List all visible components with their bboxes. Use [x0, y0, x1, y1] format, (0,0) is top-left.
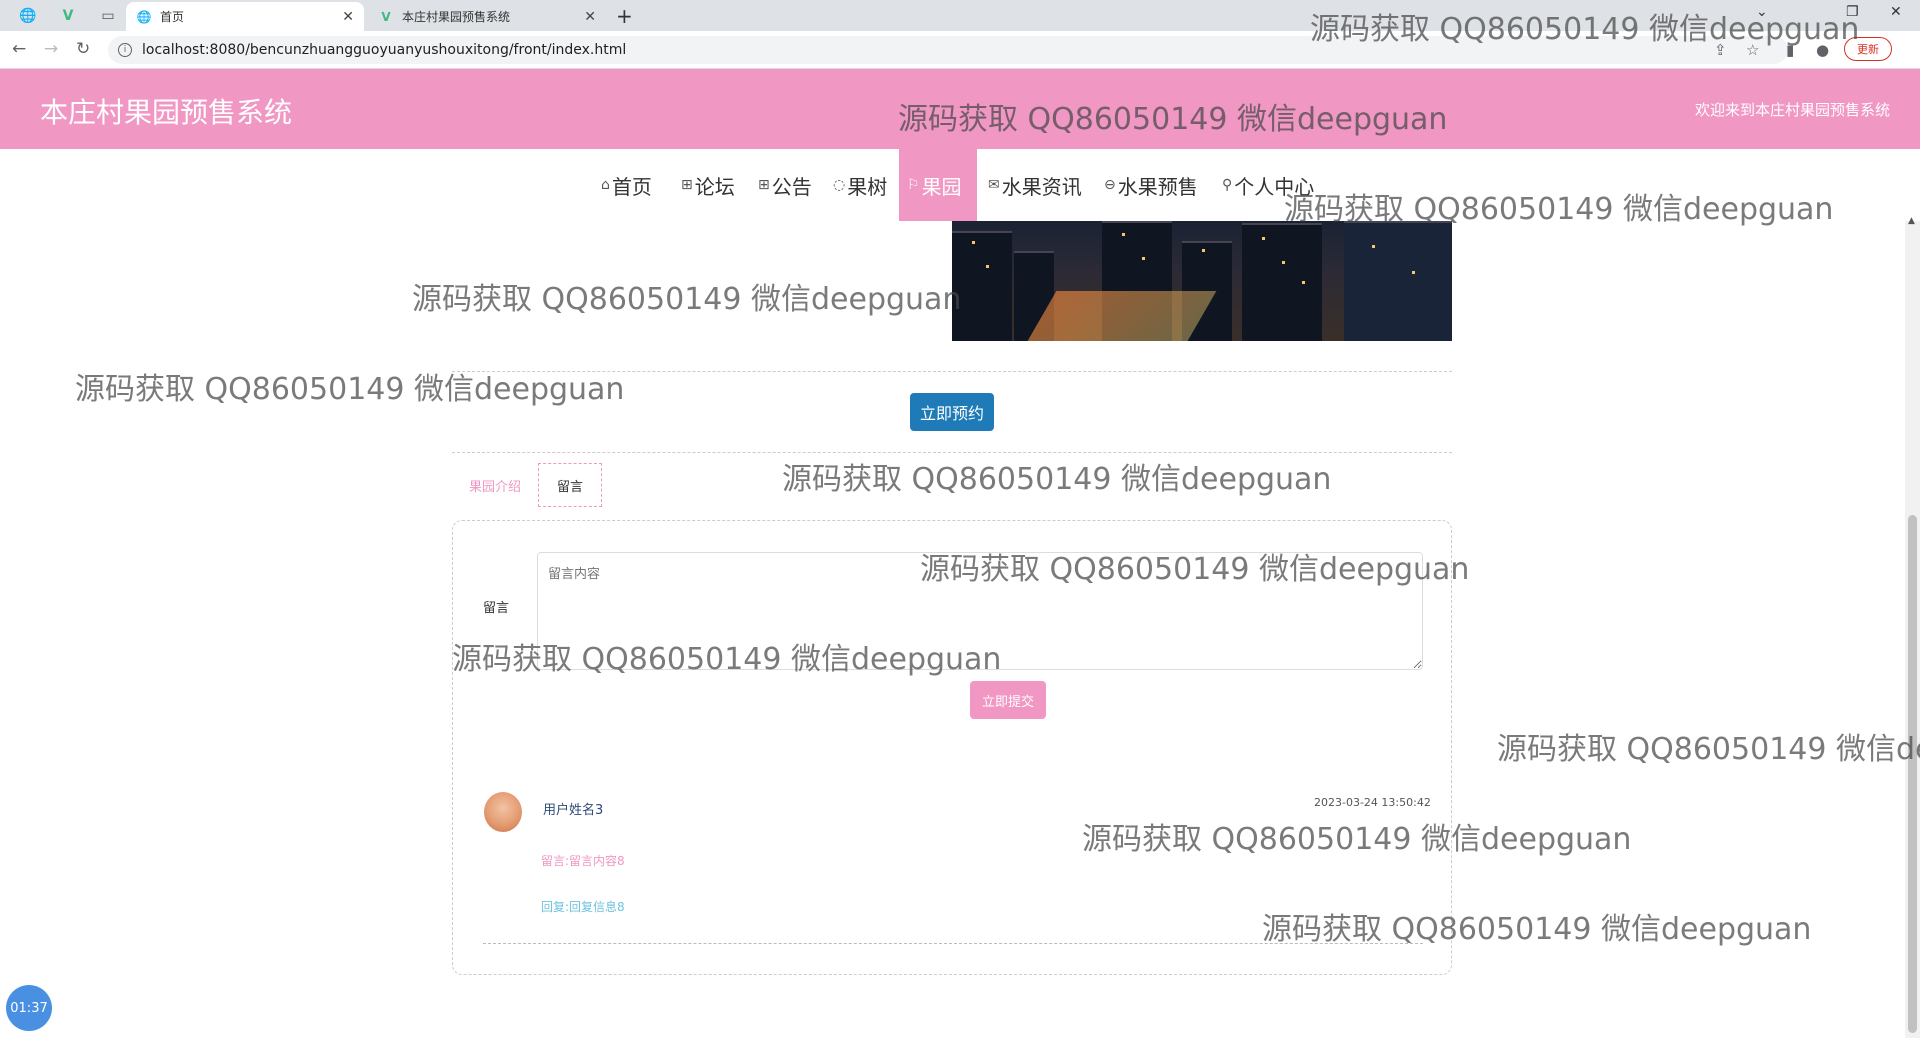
watermark-text: 源码获取 QQ86050149 微信deepguan	[452, 642, 1002, 677]
globe-icon: 🌐	[136, 9, 152, 24]
tab-system-label: 本庄村果园预售系统	[402, 10, 511, 24]
nav-label: 公告	[771, 174, 812, 199]
tree-icon: ◌	[833, 177, 846, 193]
url-text: localhost:8080/bencunzhuangguoyuanyushou…	[142, 42, 627, 58]
nav-label: 论坛	[694, 174, 735, 199]
nav-label: 首页	[611, 174, 652, 199]
avatar	[484, 792, 522, 832]
update-label: 更新	[1857, 43, 1879, 56]
watermark-text: 源码获取 QQ86050149 微信deepguan	[1310, 12, 1860, 47]
watermark-text: 源码获取 QQ86050149 微信deepguan	[898, 102, 1448, 137]
scroll-up-arrow-icon[interactable]: ▲	[1908, 216, 1915, 226]
submit-label: 立即提交	[981, 694, 1034, 710]
new-tab-button[interactable]: +	[616, 4, 633, 28]
close-icon[interactable]: ✕	[342, 9, 354, 25]
forum-icon: ⊞	[681, 177, 693, 193]
watermark-text: 源码获取 QQ86050149 微信deepguan	[1082, 822, 1632, 857]
message-timestamp: 2023-03-24 13:50:42	[1314, 796, 1431, 809]
watermark-text: 源码获取 QQ86050149 微信deepguan	[782, 462, 1332, 497]
watermark-text: 源码获取 QQ86050149 微信deepguan	[920, 552, 1470, 587]
tab-home[interactable]: 🌐 首页 ✕	[126, 2, 364, 31]
submit-button[interactable]: 立即提交	[970, 681, 1046, 719]
nav-label: 果树	[847, 174, 888, 199]
message-content: 留言:留言内容8	[541, 854, 625, 868]
nav-label: 果园	[921, 174, 962, 199]
tab-messages[interactable]: 留言	[538, 463, 602, 507]
tab-system[interactable]: V 本庄村果园预售系统 ✕	[368, 2, 606, 31]
tab-intro-label: 果园介绍	[468, 479, 521, 495]
nav-item-forum[interactable]: ⊞ 论坛	[671, 149, 745, 221]
nav-item-fruit-presale[interactable]: ⊖ 水果预售	[1094, 149, 1208, 221]
forward-icon[interactable]: →	[44, 39, 58, 59]
tab-orchard-intro[interactable]: 果园介绍	[460, 463, 530, 507]
welcome-text: 欢迎来到本庄村果园预售系统	[1694, 101, 1890, 119]
message-reply: 回复:回复信息8	[541, 900, 625, 914]
site-title: 本庄村果园预售系统	[40, 96, 293, 129]
watermark-text: 源码获取 QQ86050149 微信deepguan	[1262, 912, 1812, 947]
info-icon[interactable]: i	[118, 43, 132, 57]
nav-label: 水果资讯	[1001, 174, 1082, 199]
nav-item-home[interactable]: ⌂ 首页	[591, 149, 662, 221]
tab-home-label: 首页	[160, 10, 185, 24]
watermark-text: 源码获取 QQ86050149 微信deepguan	[1284, 192, 1834, 227]
vue-icon: V	[381, 9, 391, 24]
back-icon[interactable]: ←	[12, 39, 26, 59]
reserve-label: 立即预约	[919, 404, 984, 423]
nav-item-fruit-tree[interactable]: ◌ 果树	[823, 149, 897, 221]
reserve-button[interactable]: 立即预约	[910, 393, 994, 431]
nav-label: 水果预售	[1117, 174, 1198, 199]
close-window-icon[interactable]: ✕	[1890, 4, 1902, 20]
message-user-name: 用户姓名3	[543, 803, 604, 818]
scrollbar-thumb[interactable]	[1908, 515, 1917, 1033]
mail-icon: ✉	[988, 177, 1000, 193]
reload-icon[interactable]: ↻	[76, 39, 90, 59]
message-form-label: 留言	[483, 601, 510, 616]
nav-item-fruit-news[interactable]: ✉ 水果资讯	[978, 149, 1092, 221]
watermark-text: 源码获取 QQ86050149 微信deepguan	[75, 372, 625, 407]
orchard-banner-image	[952, 221, 1452, 341]
pinned-tab-globe-icon[interactable]: 🌐	[12, 4, 44, 28]
notice-icon: ⊞	[758, 177, 770, 193]
pinned-tab-blank-icon[interactable]: ▭	[92, 4, 124, 28]
tab-messages-label: 留言	[556, 479, 583, 495]
recording-timer: 01:37	[6, 985, 52, 1031]
user-icon: ⚲	[1222, 177, 1233, 193]
nav-item-notice[interactable]: ⊞ 公告	[748, 149, 822, 221]
watermark-text: 源码获取 QQ86050149 微信deepguan	[412, 282, 962, 317]
nav-item-orchard[interactable]: ⚐ 果园	[899, 149, 977, 221]
close-icon[interactable]: ✕	[584, 9, 596, 25]
presale-icon: ⊖	[1104, 177, 1116, 193]
home-icon: ⌂	[601, 177, 610, 193]
flag-icon: ⚐	[907, 177, 920, 193]
pinned-tab-vue-icon[interactable]: V	[52, 4, 84, 28]
watermark-text: 源码获取 QQ86050149 微信de	[1497, 732, 1920, 767]
divider	[452, 452, 1452, 453]
